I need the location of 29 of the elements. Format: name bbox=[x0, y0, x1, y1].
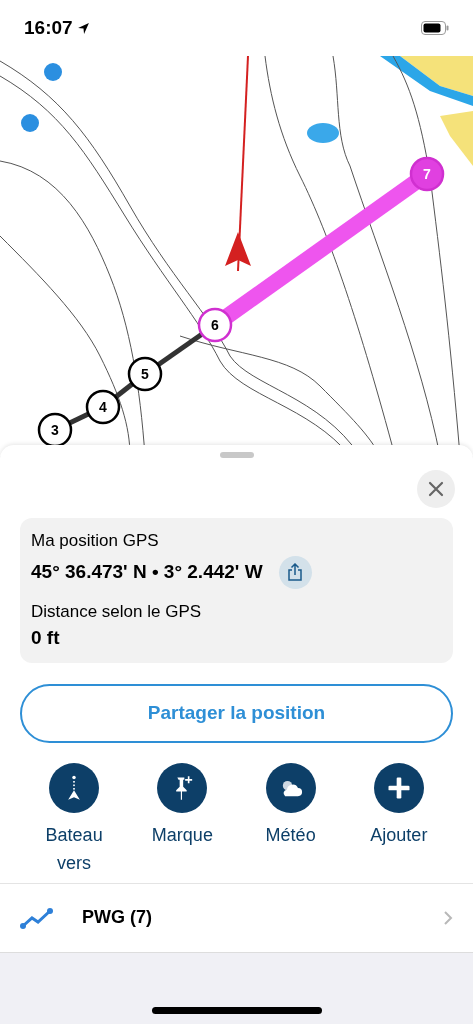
route-row[interactable]: PWG (7) bbox=[0, 883, 473, 953]
position-value: 45° 36.473' N • 3° 2.442' W bbox=[31, 559, 263, 584]
sheet-handle[interactable] bbox=[219, 452, 254, 458]
waypoint-marker[interactable]: 3 bbox=[37, 412, 73, 448]
map-pin-icon[interactable] bbox=[44, 63, 62, 81]
share-icon bbox=[287, 563, 304, 581]
position-label: Ma position GPS bbox=[31, 530, 160, 552]
boat-icon bbox=[225, 232, 251, 266]
share-icon-button[interactable] bbox=[278, 555, 312, 589]
waypoint-marker[interactable]: 6 bbox=[197, 307, 233, 343]
chevron-right-icon bbox=[443, 909, 453, 926]
map-pin-icon[interactable] bbox=[21, 114, 39, 132]
close-icon bbox=[428, 481, 444, 497]
action-button[interactable]: Météo bbox=[236, 762, 345, 883]
status-time: 16:07 bbox=[24, 15, 73, 40]
route-name: PWG (7) bbox=[82, 906, 152, 929]
battery-icon bbox=[421, 21, 449, 35]
distance-label: Distance selon le GPS bbox=[31, 600, 203, 623]
distance-value: 0 ft bbox=[31, 626, 61, 650]
location-arrow-icon bbox=[76, 21, 90, 35]
waypoint-marker[interactable]: 5 bbox=[127, 356, 163, 392]
waypoint-marker[interactable]: 4 bbox=[85, 389, 121, 425]
waypoint-marker[interactable]: 7 bbox=[409, 156, 445, 192]
action-button[interactable]: Bateau vers bbox=[20, 762, 129, 883]
close-button[interactable] bbox=[417, 470, 455, 508]
lake bbox=[307, 123, 339, 143]
route-icon bbox=[20, 906, 56, 929]
action-button[interactable]: Ajouter bbox=[344, 762, 453, 883]
action-button[interactable]: Marque bbox=[128, 762, 237, 883]
